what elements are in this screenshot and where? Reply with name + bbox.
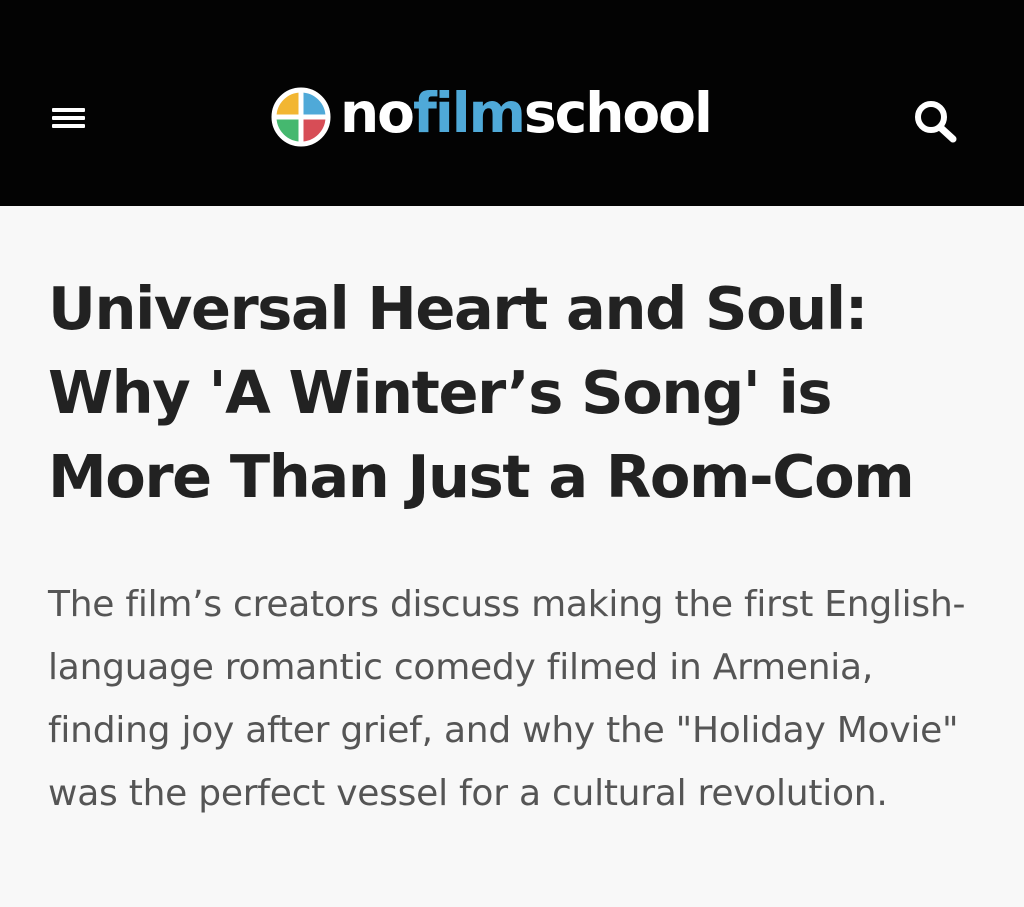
- logo-film: film: [412, 80, 526, 145]
- search-button[interactable]: [910, 98, 964, 144]
- site-header: nofilmschool: [0, 0, 1024, 206]
- article-subhead: The film’s creators discuss making the f…: [48, 584, 966, 814]
- article-content: Universal Heart and Soul: Why 'A Winter’…: [48, 267, 988, 814]
- search-icon: [915, 101, 957, 143]
- hamburger-menu-icon: [52, 108, 85, 112]
- logo-wordmark: nofilmschool: [340, 85, 713, 141]
- logo-suffix: school: [523, 80, 713, 145]
- logo-mark-icon: [271, 87, 331, 147]
- site-logo[interactable]: nofilmschool: [268, 82, 713, 152]
- page: nofilmschool Universal Heart and Soul: W…: [0, 0, 1024, 907]
- logo-prefix: no: [340, 80, 415, 145]
- article-headline: Universal Heart and Soul: Why 'A Winter’…: [48, 274, 915, 511]
- menu-button[interactable]: [46, 98, 90, 138]
